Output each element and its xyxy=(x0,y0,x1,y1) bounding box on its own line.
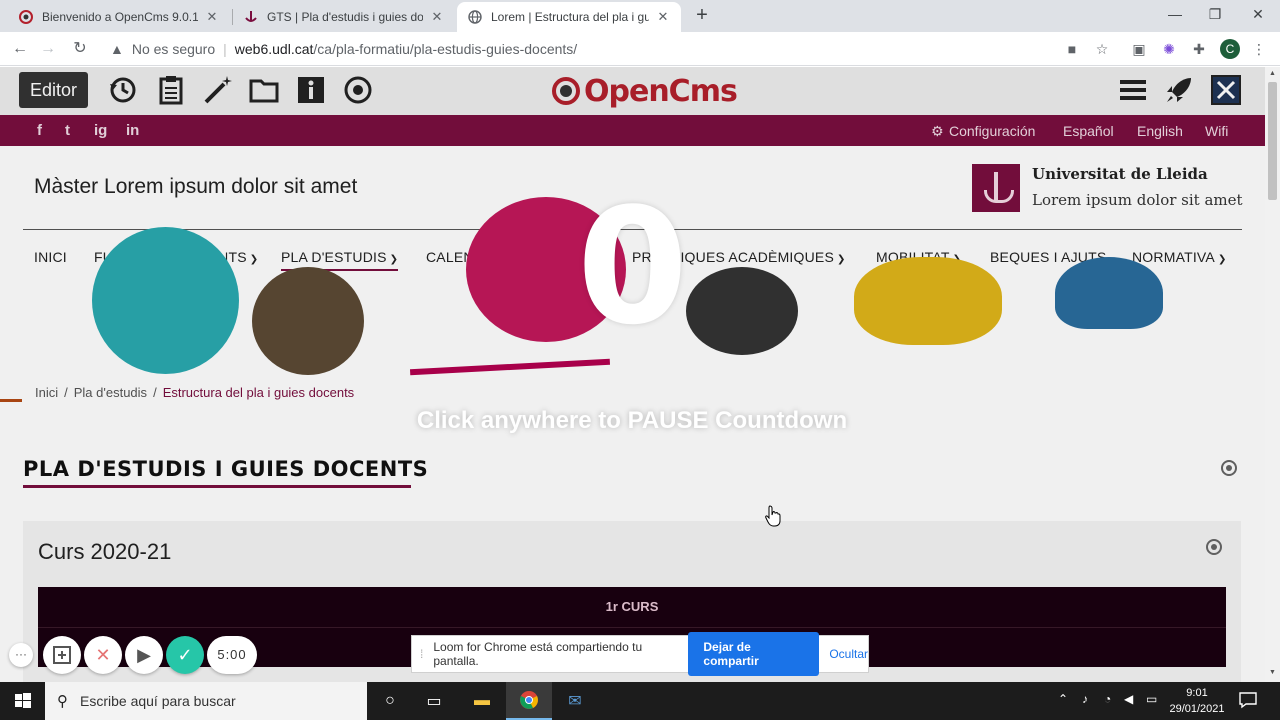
udl-favicon-icon xyxy=(243,9,259,25)
hand-cursor-icon xyxy=(765,505,781,527)
share-notice-text: Loom for Chrome está compartiendo tu pan… xyxy=(433,640,643,668)
cortana-icon[interactable]: ○ xyxy=(367,682,413,720)
screen-share-notice: ⁞ Loom for Chrome está compartiendo tu p… xyxy=(411,632,869,676)
browser-tabstrip: Bienvenido a OpenCms 9.0.1 ✕ GTS | Pla d… xyxy=(0,0,1280,32)
hide-notice-button[interactable]: Ocultar xyxy=(829,647,868,661)
tab-gts[interactable]: GTS | Pla d'estudis i guies docents ✕ xyxy=(233,2,455,32)
camera-icon[interactable]: ■ xyxy=(1063,40,1081,58)
tray-expand-icon[interactable]: ⌃ xyxy=(1058,692,1068,706)
maximize-icon[interactable]: ❐ xyxy=(1192,0,1238,30)
tab-opencms[interactable]: Bienvenido a OpenCms 9.0.1 ✕ xyxy=(8,2,230,32)
loom-draw-icon[interactable] xyxy=(43,636,81,674)
tab-lorem-active[interactable]: Lorem | Estructura del pla i guies ✕ xyxy=(457,2,681,32)
chrome-menu-icon[interactable]: ⋮ xyxy=(1250,40,1268,58)
stop-sharing-button[interactable]: Dejar de compartir xyxy=(688,632,820,676)
task-view-icon[interactable]: ▭ xyxy=(411,682,457,720)
url-host: web6.udl.cat xyxy=(234,41,314,57)
file-explorer-icon[interactable]: ▬ xyxy=(459,682,505,720)
page-scrollbar[interactable]: ▲ ▼ xyxy=(1265,67,1280,682)
windows-taskbar: ⚲ Escribe aquí para buscar ○ ▭ ▬ ✉ ⌃ ♪ ◔… xyxy=(0,682,1280,720)
loom-pause-icon[interactable]: ▶ xyxy=(125,636,163,674)
loom-cancel-icon[interactable]: ✕ xyxy=(84,636,122,674)
extension-pdf-icon[interactable]: ▣ xyxy=(1130,40,1148,58)
address-bar[interactable]: ▲ No es seguro | web6.udl.cat/ca/pla-for… xyxy=(98,35,1122,63)
warning-icon: ▲ xyxy=(110,41,124,57)
extensions-puzzle-icon[interactable]: ✚ xyxy=(1190,40,1208,58)
clock-date: 29/01/2021 xyxy=(1169,703,1225,715)
outlook-icon[interactable]: ✉ xyxy=(552,682,598,720)
address-divider: | xyxy=(223,41,227,57)
tab-close-icon[interactable]: ✕ xyxy=(204,9,220,25)
back-icon[interactable]: ← xyxy=(8,37,32,61)
taskbar-search[interactable]: ⚲ Escribe aquí para buscar xyxy=(45,682,367,720)
drag-handle-icon[interactable]: ⁞ xyxy=(420,647,423,661)
recording-overlay[interactable] xyxy=(0,67,1265,682)
tab-title: Lorem | Estructura del pla i guies xyxy=(491,10,649,24)
extension-loom-icon[interactable]: ✺ xyxy=(1160,40,1178,58)
tab-close-icon[interactable]: ✕ xyxy=(429,9,445,25)
scroll-up-icon[interactable]: ▲ xyxy=(1268,70,1277,77)
windows-start-icon[interactable] xyxy=(0,682,45,720)
chrome-taskbar-icon[interactable] xyxy=(506,682,552,720)
bookmark-star-icon[interactable]: ☆ xyxy=(1093,40,1111,58)
globe-icon xyxy=(467,9,483,25)
tab-title: Bienvenido a OpenCms 9.0.1 xyxy=(42,10,198,24)
page-viewport: Editor OpenCms f t ig in ⚙ Configuración… xyxy=(0,67,1265,682)
close-window-icon[interactable]: ✕ xyxy=(1235,0,1280,30)
forward-icon[interactable]: → xyxy=(36,37,60,61)
new-tab-button[interactable]: + xyxy=(690,4,714,28)
taskbar-clock[interactable]: 9:01 29/01/2021 xyxy=(1164,685,1230,717)
network-icon[interactable]: ◔ xyxy=(1104,692,1111,706)
loom-timer: 5:00 xyxy=(207,636,257,674)
security-label: No es seguro xyxy=(131,41,216,57)
scroll-down-icon[interactable]: ▼ xyxy=(1268,669,1277,676)
clock-time: 9:01 xyxy=(1186,687,1208,699)
notification-center-icon[interactable] xyxy=(1238,691,1258,709)
opencms-favicon-icon xyxy=(18,9,34,25)
pause-countdown-message[interactable]: Click anywhere to PAUSE Countdown xyxy=(340,407,924,435)
tab-title: GTS | Pla d'estudis i guies docents xyxy=(267,10,423,24)
profile-avatar[interactable]: C xyxy=(1220,39,1240,59)
volume-icon[interactable]: ◀ xyxy=(1124,692,1133,706)
url-path: /ca/pla-formatiu/pla-estudis-guies-docen… xyxy=(313,41,578,57)
search-icon: ⚲ xyxy=(57,693,68,710)
taskbar-search-placeholder: Escribe aquí para buscar xyxy=(80,693,236,709)
microphone-icon[interactable]: ♪ xyxy=(1082,692,1088,706)
countdown-number: 0 xyxy=(576,173,689,360)
battery-icon[interactable]: ▭ xyxy=(1146,692,1157,706)
reload-icon[interactable]: ↻ xyxy=(68,37,92,61)
loom-finish-check-icon[interactable]: ✓ xyxy=(166,636,204,674)
browser-toolbar: ← → ↻ ▲ No es seguro | web6.udl.cat/ca/p… xyxy=(0,32,1280,66)
loom-menu-button[interactable]: ··· xyxy=(9,643,33,667)
scrollbar-thumb[interactable] xyxy=(1268,82,1277,200)
tab-close-icon[interactable]: ✕ xyxy=(655,9,671,25)
